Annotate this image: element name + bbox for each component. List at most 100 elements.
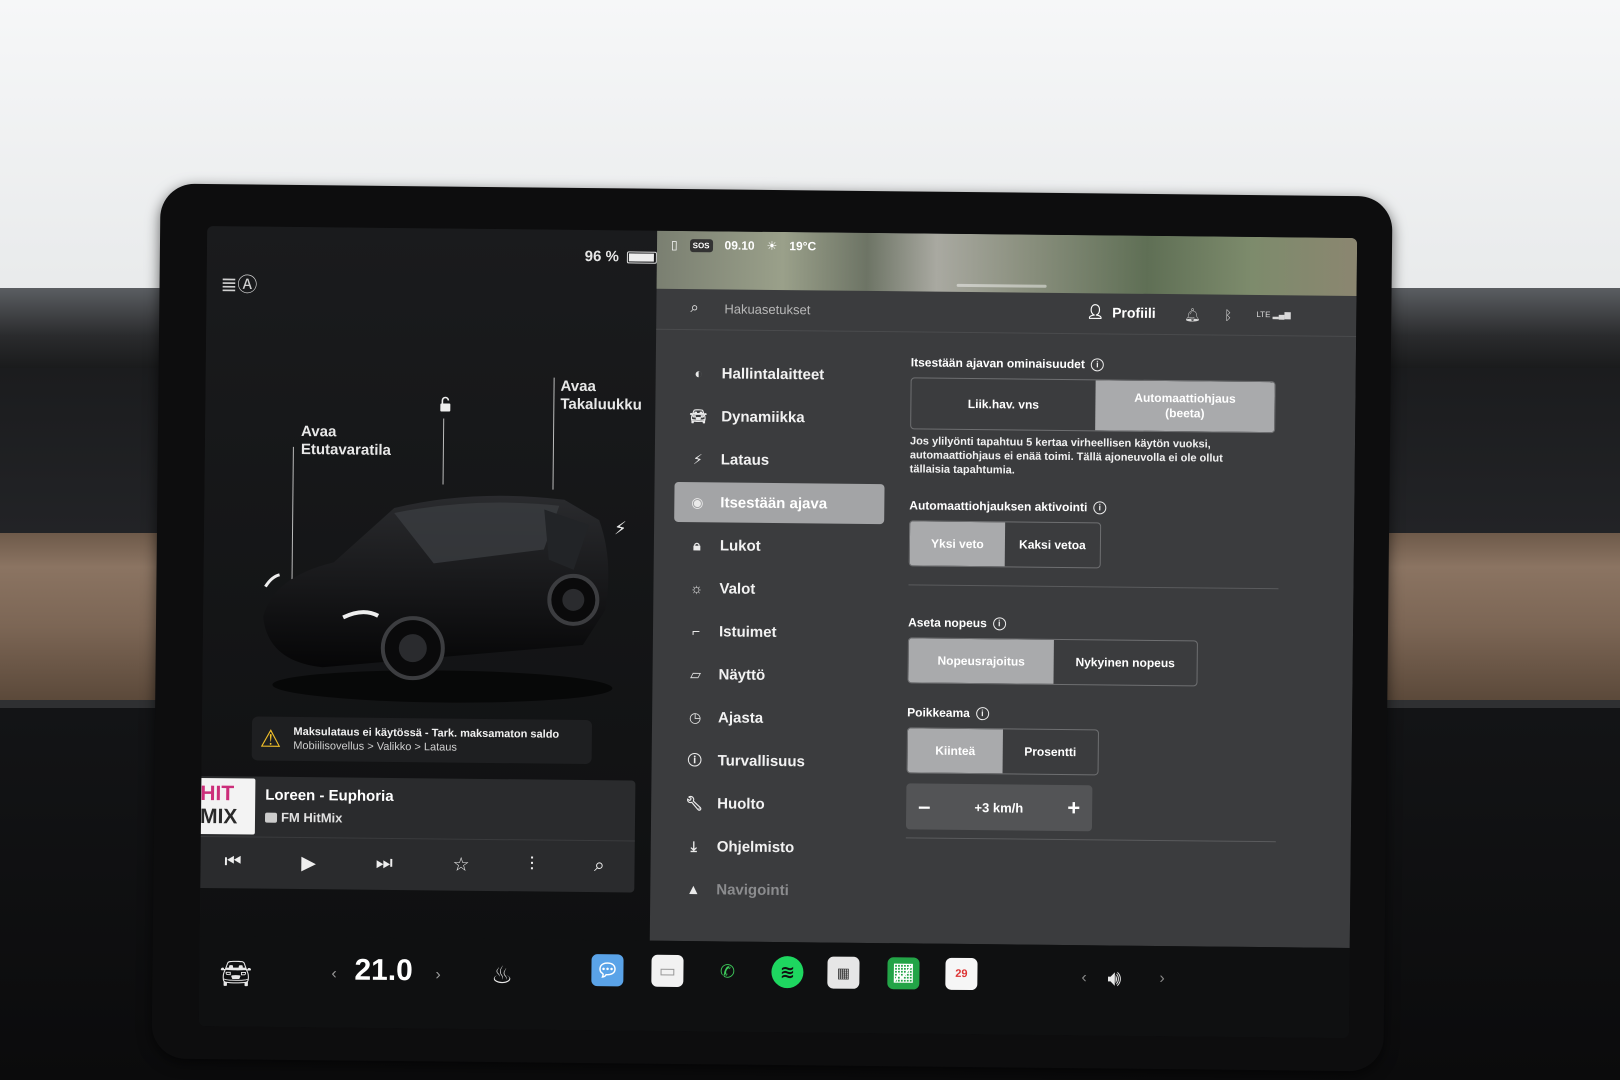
fixed-offset-option[interactable]: Kiinteä (907, 728, 1003, 774)
battery-percent: 96 % (584, 247, 620, 266)
clock-time: 09.10 (724, 238, 755, 253)
sidebar-item-label: Itsestään ajava (720, 493, 828, 513)
offset-heading: Poikkeama i (907, 705, 1327, 723)
profile-button[interactable]: 👤︎ Profiili (1086, 303, 1156, 321)
speed-limit-option[interactable]: Nopeusrajoitus (908, 638, 1054, 684)
info-icon[interactable]: i (1090, 357, 1104, 371)
play-icon[interactable]: ▶ (301, 852, 316, 875)
plus-icon[interactable]: + (1067, 795, 1080, 821)
settings-panel: ▯ SOS 09.10 ☀ 19°C ⌕ Hakuasetukset 👤︎ Pr… (649, 230, 1358, 949)
spotify-app-icon[interactable]: ≋ (771, 955, 804, 989)
door-icon: ▯ (670, 237, 678, 252)
double-pull-option[interactable]: Kaksi vetoa (1005, 522, 1100, 567)
sidebar-item-label: Valot (719, 579, 756, 598)
energy-app-icon[interactable]: 📈︎ (887, 957, 920, 990)
sos-badge[interactable]: SOS (689, 238, 713, 252)
battery-status: 96 % (585, 248, 657, 266)
offset-title: Poikkeama (907, 705, 970, 721)
cabin-temperature[interactable]: 21.0 (354, 954, 413, 989)
steering-wheel-icon: ◉ (691, 493, 704, 510)
phone-app-icon[interactable]: ✆ (711, 955, 743, 987)
sidebar-item-istuimet[interactable]: ⌐ Istuimet (673, 611, 883, 653)
sidebar-item-navigointi[interactable]: ▲ Navigointi (670, 869, 880, 911)
sidebar-item-valot[interactable]: ☼ Valot (673, 568, 883, 610)
volume-down-chevron-icon[interactable]: ‹ (1081, 969, 1087, 987)
sidebar-item-lukot[interactable]: 🔒︎ Lukot (674, 525, 884, 567)
volume-icon[interactable]: 🔊︎ (1107, 965, 1121, 991)
auto-headlights-icon[interactable]: ≣Ⓐ (220, 268, 257, 297)
sidebar-item-turvallisuus[interactable]: ⓘ Turvallisuus (671, 740, 881, 782)
info-icon[interactable]: i (992, 616, 1006, 630)
outside-temp: 19°C (789, 239, 817, 254)
current-speed-option[interactable]: Nykyinen nopeus (1053, 640, 1196, 685)
sidebar-item-label: Ohjelmisto (716, 837, 795, 856)
sidebar-item-n-ytt-[interactable]: ▱ Näyttö (672, 654, 882, 696)
bolt-icon: ⚡ (692, 450, 703, 467)
search-icon[interactable]: ⌕ (690, 299, 699, 316)
temp-up-chevron-icon[interactable]: › (435, 966, 441, 984)
notes-app-icon[interactable]: ▭ (651, 954, 684, 988)
settings-search-input[interactable]: Hakuasetukset (724, 301, 810, 317)
safety-icon: ⓘ (687, 752, 702, 769)
lock-icon: 🔒︎ (693, 536, 701, 553)
bottom-taskbar: 🚘︎ ‹ 21.0 › ♨ 💬︎ ▭ ✆ ≋ ▦ 📈︎ 29 ‹ 🔊︎ › (198, 935, 1350, 1038)
percentage-offset-option[interactable]: Prosentti (1003, 729, 1098, 774)
volume-up-chevron-icon[interactable]: › (1159, 970, 1165, 988)
seat-heater-icon[interactable]: ♨ (491, 961, 513, 990)
offset-segmented-control: Kiinteä Prosentti (906, 727, 1099, 776)
set-speed-segmented-control: Nopeusrajoitus Nykyinen nopeus (907, 637, 1198, 687)
bluetooth-icon[interactable]: ᛒ (1224, 308, 1232, 323)
navigation-icon: ▲ (686, 881, 701, 898)
calendar-app-icon[interactable]: 29 (945, 957, 978, 991)
front-trunk-button[interactable]: Avaa Etutavaratila (301, 423, 391, 460)
sidebar-item-lataus[interactable]: ⚡ Lataus (675, 439, 885, 481)
info-icon[interactable]: i (975, 706, 989, 720)
sidebar-item-ajasta[interactable]: ◷ Ajasta (672, 697, 882, 739)
sidebar-item-hallintalaitteet[interactable]: ◐ Hallintalaitteet (675, 353, 885, 395)
temp-down-chevron-icon[interactable]: ‹ (331, 965, 337, 983)
sidebar-item-dynamiikka[interactable]: 🚘︎ Dynamiikka (675, 396, 885, 438)
warning-icon: ⚠ (259, 725, 282, 753)
touchscreen: 96 % ≣Ⓐ Avaa Etutavaratila Avaa Takaluuk… (198, 226, 1358, 1038)
car-icon[interactable]: 🚘︎ (219, 958, 252, 989)
map-drag-handle[interactable] (956, 283, 1047, 288)
previous-track-icon[interactable]: ⏮ (224, 851, 241, 873)
minus-icon[interactable]: – (918, 793, 931, 819)
messages-app-icon[interactable]: 💬︎ (591, 954, 624, 987)
section-divider (905, 837, 1276, 843)
traffic-aware-cruise-option[interactable]: Liik.hav. vns (911, 378, 1096, 430)
sidebar-item-huolto[interactable]: 🔧︎ Huolto (671, 783, 881, 825)
toybox-app-icon[interactable]: ▦ (827, 956, 860, 989)
autosteer-beta-option[interactable]: Automaattiohjaus (beeta) (1095, 380, 1275, 433)
map-preview[interactable]: ▯ SOS 09.10 ☀ 19°C (656, 230, 1358, 297)
single-pull-option[interactable]: Yksi veto (909, 521, 1006, 567)
sidebar-item-itsest-n-ajava[interactable]: ◉ Itsestään ajava (674, 481, 885, 525)
now-playing-station: FM HitMix (264, 810, 342, 825)
favorite-star-icon[interactable]: ☆ (453, 853, 470, 876)
radio-icon (264, 812, 278, 823)
activation-title: Automaattiohjauksen aktivointi (909, 498, 1088, 515)
sidebar-item-label: Näyttö (718, 665, 766, 684)
clock-icon: ◷ (688, 708, 702, 725)
sidebar-item-label: Ajasta (718, 708, 764, 727)
sidebar-item-ohjelmisto[interactable]: ⤓ Ohjelmisto (671, 826, 881, 868)
charging-warning-banner[interactable]: ⚠ Maksulataus ei käytössä - Tark. maksam… (251, 716, 593, 765)
equalizer-icon[interactable]: ⫶ (529, 854, 534, 876)
sidebar-item-label: Hallintalaitteet (721, 364, 825, 383)
media-search-icon[interactable]: ⌕ (594, 855, 605, 877)
battery-icon (626, 250, 657, 264)
offset-value: +3 km/h (974, 799, 1024, 816)
set-speed-heading: Aseta nopeus i (908, 615, 1328, 633)
now-playing-title: Loreen - Euphoria (265, 786, 394, 805)
info-icon[interactable]: i (1093, 500, 1107, 514)
map-status-bar: ▯ SOS 09.10 ☀ 19°C (657, 231, 1357, 266)
media-player: HIT MIX Loreen - Euphoria FM HitMix ⏮ ▶ … (198, 775, 636, 893)
bell-icon[interactable]: 🔔︎ (1184, 307, 1201, 323)
lte-signal-icon: LTE ▂▄▆ (1256, 309, 1291, 320)
rear-trunk-button[interactable]: Avaa Takaluukku (560, 378, 642, 415)
activation-heading: Automaattiohjauksen aktivointi i (909, 498, 1329, 516)
media-controls: ⏮ ▶ ⏭ ☆ ⫶ ⌕ (199, 842, 635, 887)
next-track-icon[interactable]: ⏭ (376, 853, 393, 875)
unlock-icon[interactable] (437, 396, 453, 412)
network-type: LTE (1256, 309, 1271, 320)
